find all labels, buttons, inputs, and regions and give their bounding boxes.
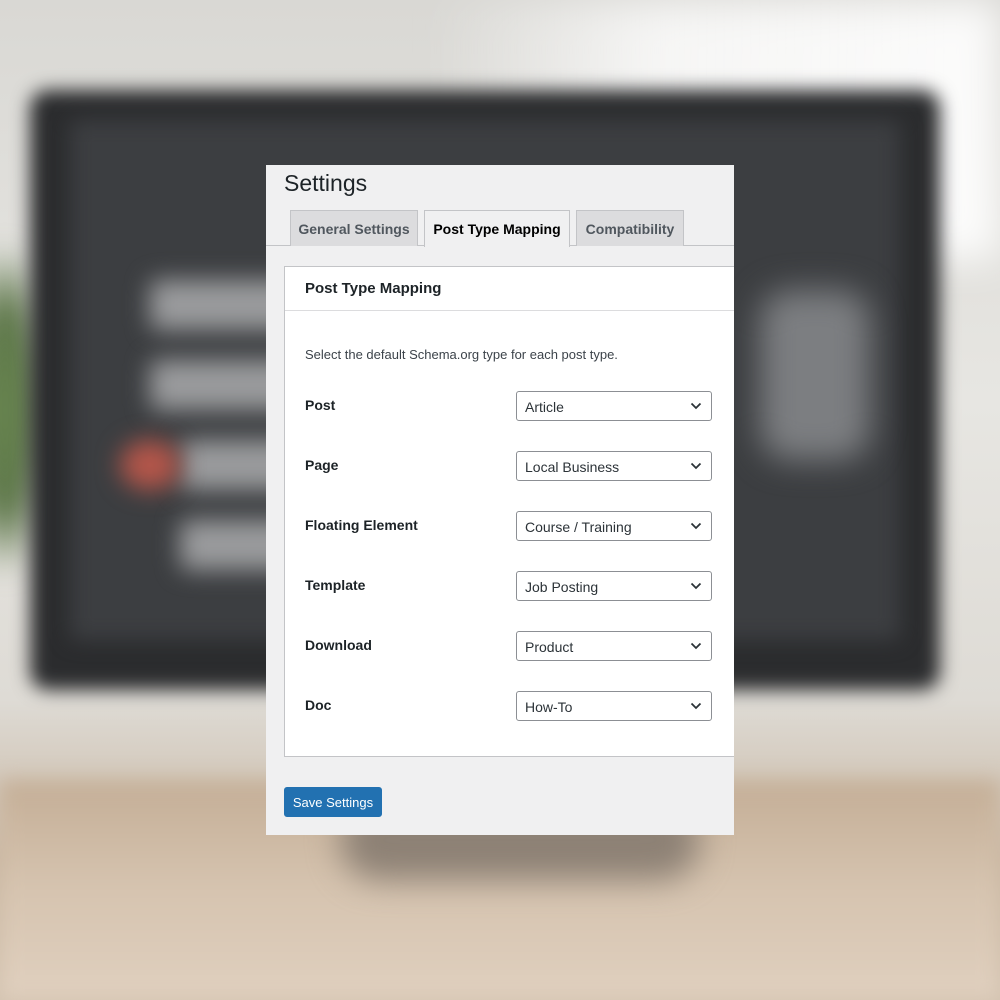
- page-title: Settings: [284, 170, 368, 196]
- select-value: Product: [525, 639, 574, 655]
- post-type-mapping-card: Post Type Mapping Select the default Sch…: [284, 266, 734, 757]
- select-value: Course / Training: [525, 519, 632, 535]
- mapping-label: Template: [305, 577, 366, 593]
- mapping-label: Doc: [305, 697, 332, 713]
- tab-post-type-mapping[interactable]: Post Type Mapping: [424, 210, 570, 247]
- post-type-select[interactable]: Article: [516, 391, 712, 421]
- select-value: How-To: [525, 699, 573, 715]
- mapping-label: Page: [305, 457, 339, 473]
- chevron-down-icon: [690, 402, 702, 410]
- chevron-down-icon: [690, 522, 702, 530]
- background-scene: Settings General Settings Post Type Mapp…: [0, 0, 1000, 1000]
- select-value: Job Posting: [525, 579, 599, 595]
- template-type-select[interactable]: Job Posting: [516, 571, 712, 601]
- chevron-down-icon: [690, 462, 702, 470]
- tab-general-settings[interactable]: General Settings: [290, 210, 418, 246]
- mapping-row-floating-element: Floating Element Course / Training: [305, 511, 725, 541]
- chevron-down-icon: [690, 582, 702, 590]
- tab-compatibility[interactable]: Compatibility: [576, 210, 684, 246]
- card-description: Select the default Schema.org type for e…: [305, 347, 618, 362]
- background-red-blob: [120, 440, 180, 490]
- chevron-down-icon: [690, 702, 702, 710]
- mapping-row-download: Download Product: [305, 631, 725, 661]
- mapping-label: Download: [305, 637, 372, 653]
- mapping-row-doc: Doc How-To: [305, 691, 725, 721]
- mapping-row-page: Page Local Business: [305, 451, 725, 481]
- mapping-row-post: Post Article: [305, 391, 725, 421]
- save-settings-button[interactable]: Save Settings: [284, 787, 382, 817]
- chevron-down-icon: [690, 642, 702, 650]
- select-value: Article: [525, 399, 564, 415]
- doc-type-select[interactable]: How-To: [516, 691, 712, 721]
- settings-panel: Settings General Settings Post Type Mapp…: [266, 165, 734, 835]
- select-value: Local Business: [525, 459, 620, 475]
- card-title: Post Type Mapping: [285, 267, 734, 311]
- mapping-label: Post: [305, 397, 336, 413]
- page-type-select[interactable]: Local Business: [516, 451, 712, 481]
- mapping-row-template: Template Job Posting: [305, 571, 725, 601]
- mapping-label: Floating Element: [305, 517, 418, 533]
- tab-bar: General Settings Post Type Mapping Compa…: [266, 210, 734, 247]
- download-type-select[interactable]: Product: [516, 631, 712, 661]
- floating-element-type-select[interactable]: Course / Training: [516, 511, 712, 541]
- background-logo-blur: [760, 290, 870, 460]
